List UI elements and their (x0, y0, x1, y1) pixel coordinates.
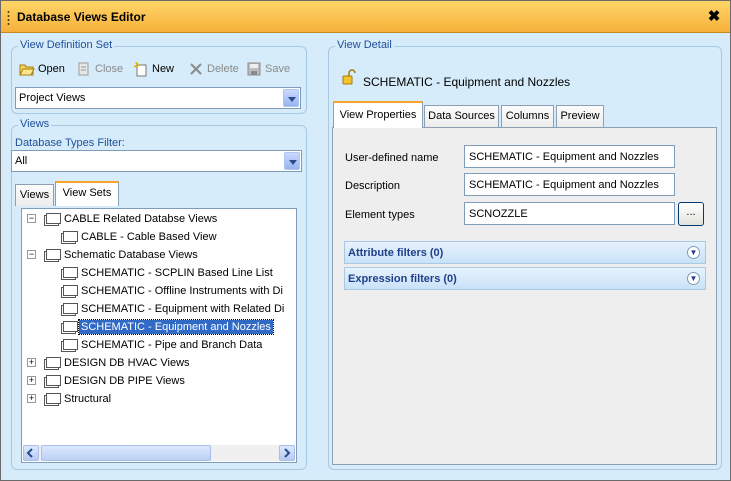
save-icon (246, 61, 262, 77)
tree-node[interactable]: + DESIGN DB PIPE Views (25, 372, 187, 390)
expression-filters-label: Expression filters (0) (348, 273, 457, 285)
new-button[interactable]: New (133, 61, 174, 77)
database-views-editor-window: Database Views Editor ✖ View Definition … (0, 0, 731, 481)
close-window-button[interactable]: ✖ (706, 7, 722, 25)
tree-node[interactable]: − CABLE Related Databse Views (25, 210, 219, 228)
database-types-filter-select[interactable]: All (11, 150, 302, 172)
folder-icon (60, 302, 78, 316)
view-detail-title: View Detail (335, 39, 394, 51)
folder-icon (60, 284, 78, 298)
attribute-filters-label: Attribute filters (0) (348, 247, 444, 259)
collapse-icon[interactable]: − (27, 214, 36, 223)
views-title: Views (18, 118, 52, 130)
tab-data-sources[interactable]: Data Sources (424, 105, 499, 127)
tree-node[interactable]: + Structural (25, 390, 113, 408)
chevron-down-icon[interactable]: ▼ (687, 246, 700, 259)
folder-icon (60, 320, 78, 334)
element-types-label: Element types (345, 209, 415, 221)
tree-leaf-label: SCHEMATIC - Equipment with Related Di (81, 303, 285, 315)
tree-leaf[interactable]: SCHEMATIC - Equipment with Related Di (60, 300, 286, 318)
view-definition-set-value: Project Views (19, 92, 86, 104)
tab-columns[interactable]: Columns (501, 105, 554, 127)
folder-icon (43, 374, 61, 388)
tab-view-sets[interactable]: View Sets (55, 181, 119, 206)
element-types-field[interactable]: SCNOZZLE (464, 202, 675, 225)
folder-icon (60, 266, 78, 280)
folder-icon (43, 356, 61, 370)
tab-views[interactable]: Views (15, 184, 54, 206)
close-button[interactable]: Close (76, 61, 123, 77)
user-defined-name-label: User-defined name (345, 152, 439, 164)
view-sets-tree[interactable]: − CABLE Related Databse Views CABLE - Ca… (21, 208, 297, 463)
lock-icon (341, 69, 357, 85)
database-types-filter-label: Database Types Filter: (15, 137, 125, 149)
new-icon (133, 61, 149, 77)
element-types-browse-button[interactable]: ... (678, 202, 704, 226)
new-label: New (152, 63, 175, 75)
chevron-down-icon[interactable]: ▼ (687, 272, 700, 285)
view-definition-set-title: View Definition Set (18, 39, 115, 51)
tab-view-properties[interactable]: View Properties (333, 101, 423, 128)
tree-leaf[interactable]: SCHEMATIC - SCPLIN Based Line List (60, 264, 275, 282)
tree-leaf-label: SCHEMATIC - Offline Instruments with Di (81, 285, 283, 297)
tree-node[interactable]: − Schematic Database Views (25, 246, 200, 264)
scroll-left-button[interactable] (23, 445, 39, 461)
expand-icon[interactable]: + (27, 394, 36, 403)
collapse-icon[interactable]: − (27, 250, 36, 259)
description-field[interactable]: SCHEMATIC - Equipment and Nozzles (464, 173, 675, 196)
tree-leaf[interactable]: CABLE - Cable Based View (60, 228, 219, 246)
tree-leaf-selected[interactable]: SCHEMATIC - Equipment and Nozzles (60, 318, 274, 336)
grip-icon[interactable] (7, 10, 10, 26)
folder-icon (43, 248, 61, 262)
attribute-filters-bar[interactable]: Attribute filters (0) ▼ (344, 241, 706, 264)
tree-node-label: Structural (64, 393, 112, 405)
delete-icon (188, 61, 204, 77)
tree-node-label: CABLE Related Databse Views (64, 213, 218, 225)
tab-preview[interactable]: Preview (556, 105, 604, 127)
tree-node-label: Schematic Database Views (64, 249, 198, 261)
tree-leaf-label: SCHEMATIC - Pipe and Branch Data (81, 339, 263, 351)
close-file-icon (76, 61, 92, 77)
folder-icon (43, 392, 61, 406)
scroll-right-button[interactable] (279, 445, 295, 461)
close-label: Close (95, 63, 124, 75)
expression-filters-bar[interactable]: Expression filters (0) ▼ (344, 267, 706, 290)
tree-node-label: DESIGN DB HVAC Views (64, 357, 190, 369)
tree-leaf[interactable]: SCHEMATIC - Pipe and Branch Data (60, 336, 264, 354)
description-label: Description (345, 180, 401, 192)
tree-leaf[interactable]: SCHEMATIC - Offline Instruments with Di (60, 282, 285, 300)
view-definition-set-select[interactable]: Project Views (15, 87, 301, 109)
tree-node[interactable]: + DESIGN DB HVAC Views (25, 354, 192, 372)
database-types-filter-value: All (15, 155, 28, 167)
scroll-thumb[interactable] (41, 445, 211, 461)
title-bar[interactable]: Database Views Editor ✖ (1, 1, 730, 33)
delete-label: Delete (207, 63, 239, 75)
tree-leaf-label: SCHEMATIC - Equipment and Nozzles (78, 319, 274, 335)
expand-icon[interactable]: + (27, 376, 36, 385)
open-folder-icon (19, 61, 35, 77)
tree-leaf-label: SCHEMATIC - SCPLIN Based Line List (81, 267, 273, 279)
delete-button[interactable]: Delete (188, 61, 239, 77)
chevron-down-icon[interactable] (284, 152, 300, 170)
open-button[interactable]: Open (19, 61, 65, 77)
window-title: Database Views Editor (17, 10, 146, 24)
folder-icon (60, 230, 78, 244)
user-defined-name-field[interactable]: SCHEMATIC - Equipment and Nozzles (464, 145, 675, 168)
chevron-down-icon[interactable] (283, 89, 299, 107)
expand-icon[interactable]: + (27, 358, 36, 367)
folder-icon (43, 212, 61, 226)
tree-node-label: DESIGN DB PIPE Views (64, 375, 185, 387)
save-label: Save (265, 63, 291, 75)
folder-icon (60, 338, 78, 352)
tree-leaf-label: CABLE - Cable Based View (81, 231, 217, 243)
horizontal-scrollbar[interactable] (23, 445, 295, 461)
view-detail-heading: SCHEMATIC - Equipment and Nozzles (363, 75, 571, 89)
open-label: Open (38, 63, 65, 75)
save-button[interactable]: Save (246, 61, 290, 77)
